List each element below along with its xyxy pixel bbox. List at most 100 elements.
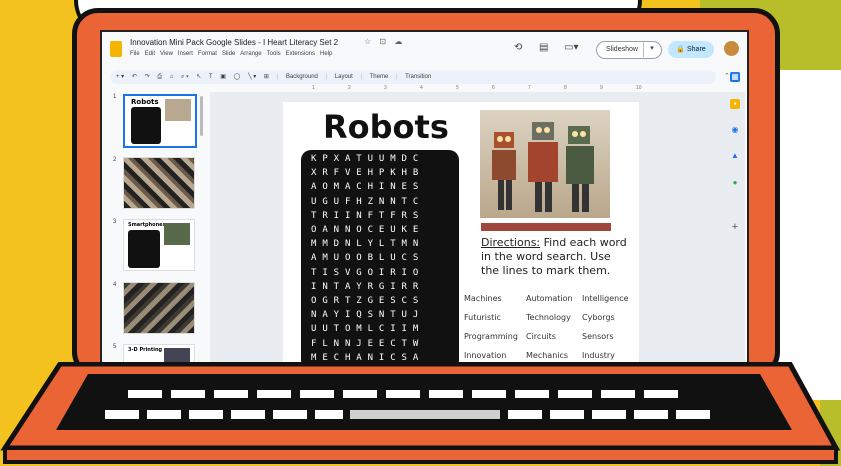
slides-logo-icon[interactable] bbox=[110, 41, 122, 57]
word-list-item: Automation bbox=[526, 294, 573, 303]
ruler-tick-label: 6 bbox=[492, 85, 495, 91]
meet-camera-icon[interactable]: ▭▾ bbox=[564, 42, 578, 53]
undo-icon[interactable]: ↶ bbox=[132, 74, 137, 80]
keyboard-key bbox=[550, 410, 584, 419]
robots-image bbox=[480, 110, 610, 218]
keyboard-key bbox=[386, 390, 420, 398]
print-icon[interactable]: ⎙ bbox=[157, 74, 162, 80]
keyboard-key bbox=[676, 410, 710, 419]
keyboard-key bbox=[128, 390, 162, 398]
grid-row: OANNOCEUKE bbox=[311, 225, 425, 235]
thumb-number: 1 bbox=[113, 94, 117, 100]
slide-thumbnail-5[interactable]: 3-D Printing bbox=[123, 344, 195, 362]
thumb-image bbox=[164, 223, 190, 245]
zoom-icon[interactable]: ⌕ ▾ bbox=[181, 74, 189, 80]
menu-item-insert[interactable]: Insert bbox=[178, 51, 193, 57]
avatar[interactable] bbox=[724, 41, 739, 56]
menu-item-arrange[interactable]: Arrange bbox=[240, 51, 261, 57]
keyboard-key bbox=[558, 390, 592, 398]
word-list-item: Industry bbox=[582, 351, 615, 360]
keyboard-key bbox=[601, 390, 635, 398]
tasks-icon[interactable]: ◉ bbox=[730, 125, 740, 135]
maps-icon[interactable]: ● bbox=[730, 178, 740, 188]
paint-format-icon[interactable]: ⌂ bbox=[170, 74, 174, 80]
keyboard-key bbox=[508, 410, 542, 419]
menu-item-slide[interactable]: Slide bbox=[222, 51, 235, 57]
select-icon[interactable]: ↖ bbox=[196, 74, 201, 80]
redo-icon[interactable]: ↷ bbox=[145, 74, 150, 80]
keyboard-spacebar bbox=[350, 410, 500, 419]
slide-thumbnail-2[interactable] bbox=[123, 157, 195, 209]
keyboard-key bbox=[171, 390, 205, 398]
menu-item-edit[interactable]: Edit bbox=[145, 51, 155, 57]
keyboard-key bbox=[300, 390, 334, 398]
background-button[interactable]: Background bbox=[286, 74, 318, 80]
slide[interactable]: Robots KPXATUUMDC XRFVEHPKHB AOMACHINES UGU… bbox=[283, 102, 639, 362]
shape-icon[interactable]: ◯ bbox=[234, 74, 241, 80]
menu-item-tools[interactable]: Tools bbox=[267, 51, 281, 57]
keyboard-key bbox=[231, 410, 265, 419]
ruler-tick-label: 8 bbox=[564, 85, 567, 91]
theme-button[interactable]: Theme bbox=[370, 74, 389, 80]
line-icon[interactable]: ╲ ▾ bbox=[248, 74, 256, 80]
thumb-number: 3 bbox=[113, 219, 117, 225]
collapse-toolbar-icon[interactable]: ⌃ bbox=[724, 72, 730, 80]
keyboard bbox=[105, 390, 710, 419]
ruler-tick-label: 3 bbox=[384, 85, 387, 91]
slide-thumbnail-4[interactable] bbox=[123, 282, 195, 334]
contacts-icon[interactable]: ▲ bbox=[730, 151, 740, 161]
keyboard-key bbox=[644, 390, 678, 398]
slideshow-label: Slideshow bbox=[606, 46, 638, 53]
grid-row: AMUOOBLUCS bbox=[311, 253, 425, 264]
toolbar-separator: | bbox=[360, 74, 363, 80]
word-list-item: Intelligence bbox=[582, 294, 629, 303]
ruler-tick-label: 4 bbox=[420, 85, 423, 91]
add-on-plus-icon[interactable]: + bbox=[730, 222, 740, 233]
history-icon[interactable]: ⟲ bbox=[514, 42, 522, 53]
directions-label: Directions: bbox=[481, 236, 541, 249]
new-slide-icon[interactable]: + ▾ bbox=[116, 74, 124, 80]
grid-row: AOMACHINES bbox=[311, 182, 425, 193]
menu-item-format[interactable]: Format bbox=[198, 51, 217, 57]
menu-item-extensions[interactable]: Extensions bbox=[286, 51, 315, 57]
slideshow-dropdown[interactable]: ▾ bbox=[643, 41, 660, 57]
word-list-item: Futuristic bbox=[464, 313, 501, 322]
grid-row: KPXATUUMDC bbox=[311, 154, 425, 164]
toolbar-separator: | bbox=[395, 74, 398, 80]
share-button[interactable]: 🔒 Share bbox=[668, 41, 714, 58]
keyboard-key bbox=[515, 390, 549, 398]
filmstrip-scrollbar[interactable] bbox=[200, 96, 203, 136]
keyboard-key bbox=[214, 390, 248, 398]
star-move-cloud-icons[interactable]: ☆ ⊡ ☁ bbox=[364, 37, 405, 46]
slide-thumbnail-3[interactable]: Smartphones bbox=[123, 219, 195, 271]
transition-button[interactable]: Transition bbox=[405, 74, 431, 80]
toolbar-separator: | bbox=[325, 74, 328, 80]
comment-icon[interactable]: ▤ bbox=[539, 42, 548, 53]
menu-item-help[interactable]: Help bbox=[320, 51, 332, 57]
ruler-tick-label: 2 bbox=[348, 85, 351, 91]
word-list-item: Cyborgs bbox=[582, 313, 615, 322]
calendar-icon[interactable]: ▦ bbox=[730, 72, 740, 82]
layout-button[interactable]: Layout bbox=[335, 74, 353, 80]
keyboard-key bbox=[315, 410, 343, 419]
ruler-tick-label: 1 bbox=[312, 85, 315, 91]
grid-row: UUTOMLCIIM bbox=[311, 324, 425, 335]
menu-item-file[interactable]: File bbox=[130, 51, 140, 57]
thumb-number: 5 bbox=[113, 344, 117, 350]
thumb-number: 4 bbox=[113, 282, 117, 288]
word-list-item: Innovation bbox=[464, 351, 507, 360]
grid-row: TISVGOIRIO bbox=[311, 267, 425, 278]
menu-item-view[interactable]: View bbox=[160, 51, 173, 57]
comment-add-icon[interactable]: ⊞ bbox=[264, 74, 269, 80]
ruler-tick-label: 10 bbox=[636, 85, 642, 91]
image-icon[interactable]: ▣ bbox=[220, 74, 226, 80]
directions-text: Directions: Find each word in the word s… bbox=[481, 236, 631, 278]
slide-thumbnail-1[interactable]: Robots bbox=[123, 94, 197, 148]
thumb-label: 3-D Printing bbox=[128, 347, 163, 353]
word-list-item: Sensors bbox=[582, 332, 614, 341]
keyboard-key bbox=[634, 410, 668, 419]
keyboard-key bbox=[343, 390, 377, 398]
keep-icon[interactable]: ▪ bbox=[730, 99, 740, 109]
document-title[interactable]: Innovation Mini Pack Google Slides - I H… bbox=[130, 38, 338, 47]
textbox-icon[interactable]: T bbox=[209, 74, 213, 80]
